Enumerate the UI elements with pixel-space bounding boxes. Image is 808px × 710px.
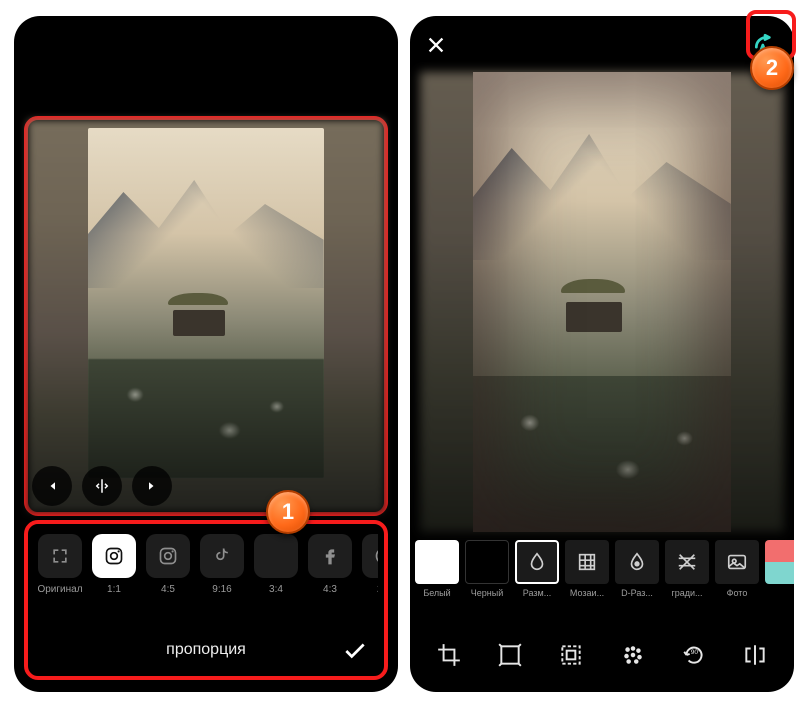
ratio-option-2-3[interactable]: 2:3 xyxy=(360,534,378,595)
ratio-label: 9:16 xyxy=(212,584,231,595)
bg-option-blur[interactable]: Разм... xyxy=(514,540,560,598)
tab-rotate[interactable]: 90° xyxy=(674,635,714,675)
step-marker-2: 2 xyxy=(750,46,794,90)
bg-option-label: гради... xyxy=(671,588,702,598)
close-button[interactable] xyxy=(422,31,450,59)
bg-option-swatch-black[interactable]: Черный xyxy=(464,540,510,598)
align-left-button[interactable] xyxy=(32,466,72,506)
tab-pattern[interactable] xyxy=(551,635,591,675)
bg-option-mosaic[interactable]: Мозаи... xyxy=(564,540,610,598)
bg-option-dblur[interactable]: D-Раз... xyxy=(614,540,660,598)
ratio-option-4-3[interactable]: 4:3 xyxy=(306,534,354,595)
ratio-canvas-area[interactable] xyxy=(24,116,388,516)
ratio-label: Оригинал xyxy=(37,584,82,595)
ratio-options-row[interactable]: Оригинал 1:1 4:5 9:16 3:4 4:3 2:3 xyxy=(34,534,378,595)
ratio-label: 4:5 xyxy=(161,584,175,595)
ratio-option-1-1[interactable]: 1:1 xyxy=(90,534,138,595)
ratio-label: 1:1 xyxy=(107,584,121,595)
bg-option-label: D-Раз... xyxy=(621,588,653,598)
bg-option-label: Черный xyxy=(471,588,503,598)
ratio-title: пропорция xyxy=(166,641,246,659)
bg-option-label: Мозаи... xyxy=(570,588,604,598)
bg-option-label: Фото xyxy=(727,588,748,598)
tutorial-stage: Оригинал 1:1 4:5 9:16 3:4 4:3 2:3 пропорция xyxy=(0,0,808,710)
step-marker-1: 1 xyxy=(266,490,310,534)
bg-option-swatch-white[interactable]: Белый xyxy=(414,540,460,598)
bg-option-gradient[interactable]: гради... xyxy=(664,540,710,598)
photo-preview[interactable] xyxy=(88,128,324,478)
screen-ratio: Оригинал 1:1 4:5 9:16 3:4 4:3 2:3 пропорция xyxy=(14,16,398,692)
apply-ratio-button[interactable] xyxy=(342,638,368,669)
tab-texture[interactable] xyxy=(613,635,653,675)
svg-text:90°: 90° xyxy=(691,648,701,656)
tab-crop[interactable] xyxy=(429,635,469,675)
top-bar xyxy=(410,24,794,66)
align-controls xyxy=(32,466,172,506)
ratio-option-оригинал[interactable]: Оригинал xyxy=(36,534,84,595)
ratio-toolbar: пропорция xyxy=(34,630,378,670)
align-center-button[interactable] xyxy=(82,466,122,506)
ratio-option-9-16[interactable]: 9:16 xyxy=(198,534,246,595)
bg-option-accent[interactable] xyxy=(764,540,794,588)
ratio-label: 2:3 xyxy=(377,584,378,595)
bg-option-label: Белый xyxy=(423,588,450,598)
screen-background: Белый Черный Разм... Мозаи... D-Раз... гради.… xyxy=(410,16,794,692)
tab-canvas[interactable] xyxy=(490,635,530,675)
bg-option-photo[interactable]: Фото xyxy=(714,540,760,598)
bg-canvas-area[interactable] xyxy=(420,72,784,532)
ratio-panel: Оригинал 1:1 4:5 9:16 3:4 4:3 2:3 пропорция xyxy=(24,520,388,680)
bg-options-row[interactable]: Белый Черный Разм... Мозаи... D-Раз... гради.… xyxy=(410,540,794,610)
ratio-option-3-4[interactable]: 3:4 xyxy=(252,534,300,595)
tab-mirror[interactable] xyxy=(735,635,775,675)
bottom-tabs: 90° xyxy=(410,628,794,682)
align-right-button[interactable] xyxy=(132,466,172,506)
photo-preview[interactable] xyxy=(473,72,731,532)
ratio-label: 3:4 xyxy=(269,584,283,595)
ratio-option-4-5[interactable]: 4:5 xyxy=(144,534,192,595)
bg-option-label: Разм... xyxy=(523,588,551,598)
ratio-label: 4:3 xyxy=(323,584,337,595)
